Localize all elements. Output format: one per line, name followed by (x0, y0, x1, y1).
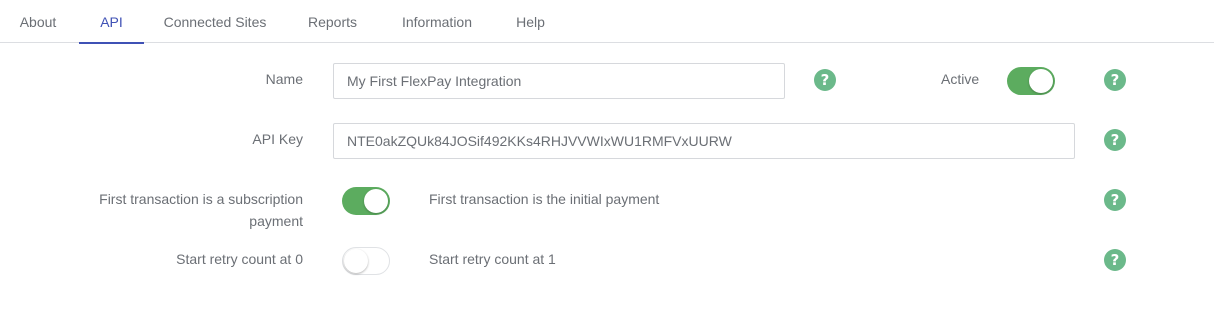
subscription-toggle[interactable] (342, 187, 390, 215)
tab-reports-label: Reports (307, 13, 358, 30)
name-help-icon[interactable]: ? (814, 69, 836, 91)
subscription-label: First transaction is a subscription paym… (40, 188, 303, 232)
help-glyph: ? (1110, 190, 1120, 209)
help-glyph: ? (1110, 250, 1120, 269)
retry-alt-label: Start retry count at 1 (429, 251, 556, 267)
active-tab-indicator (79, 42, 144, 44)
retry-label: Start retry count at 0 (176, 251, 303, 267)
help-glyph: ? (1110, 70, 1120, 89)
name-label: Name (265, 71, 303, 87)
tab-help[interactable]: Help (500, 0, 561, 43)
tab-about[interactable]: About (0, 0, 76, 43)
help-glyph: ? (1110, 130, 1120, 149)
toggle-knob (344, 249, 368, 273)
subscription-label-line2: payment (249, 213, 303, 229)
subscription-alt-label: First transaction is the initial payment (429, 191, 660, 207)
api-key-help-icon[interactable]: ? (1104, 129, 1126, 151)
tab-about-label: About (19, 13, 57, 30)
name-input[interactable] (333, 63, 785, 99)
toggle-knob (364, 189, 388, 213)
active-toggle[interactable] (1007, 67, 1055, 95)
active-help-icon[interactable]: ? (1104, 69, 1126, 91)
tab-help-label: Help (516, 13, 545, 30)
tab-connected-sites-label: Connected Sites (163, 13, 267, 30)
help-glyph: ? (820, 70, 830, 89)
tab-connected-sites[interactable]: Connected Sites (148, 0, 282, 43)
retry-toggle[interactable] (342, 247, 390, 275)
tab-api-label: API (100, 13, 123, 30)
tab-information-label: Information (401, 13, 473, 30)
api-key-input[interactable] (333, 123, 1075, 159)
subscription-help-icon[interactable]: ? (1104, 189, 1126, 211)
tab-reports[interactable]: Reports (292, 0, 373, 43)
tab-bar: About API Connected Sites Reports Inform… (0, 0, 1214, 44)
tab-api[interactable]: API (79, 0, 144, 44)
tab-information[interactable]: Information (385, 0, 489, 43)
subscription-label-line1: First transaction is a subscription (99, 191, 303, 207)
api-key-label: API Key (252, 131, 303, 147)
retry-help-icon[interactable]: ? (1104, 249, 1126, 271)
toggle-knob (1029, 69, 1053, 93)
active-label: Active (941, 71, 980, 87)
